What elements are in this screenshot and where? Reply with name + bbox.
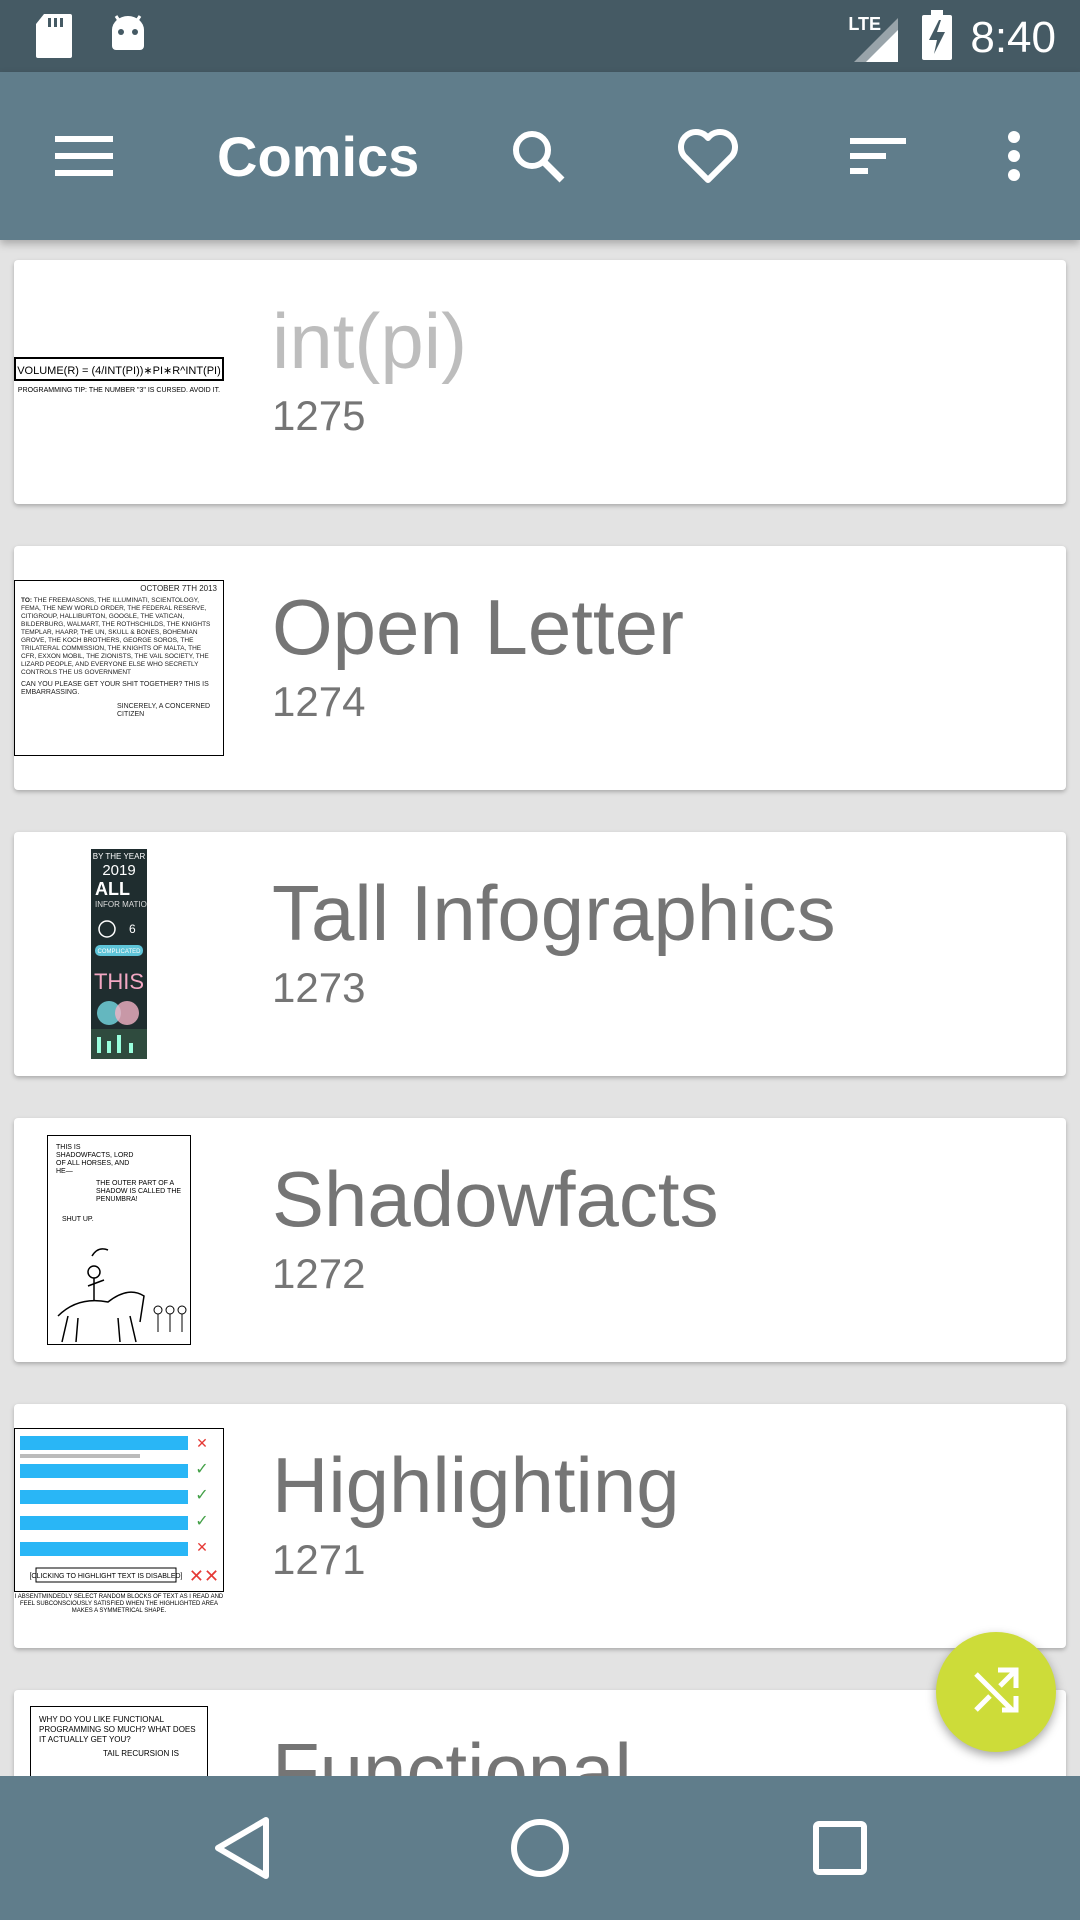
thumb-text: INFOR MATION [95, 900, 147, 909]
svg-text:6: 6 [129, 922, 136, 936]
thumb-text: THIS [94, 969, 144, 994]
thumb-text: WHY DO YOU LIKE FUNCTIONAL PROGRAMMING S… [39, 1715, 196, 1744]
comic-thumbnail: ✕ ✓ ✓ ✓ ✕ ✕✕ [CLICKING TO HIGHLIGHT TEXT… [14, 1404, 224, 1648]
thumb-text: COMPLICATED [98, 949, 142, 955]
comic-thumbnail: WHY DO YOU LIKE FUNCTIONAL PROGRAMMING S… [14, 1690, 224, 1776]
comic-title: Tall Infographics [272, 869, 836, 957]
home-icon[interactable] [504, 1812, 576, 1884]
svg-text:✕: ✕ [196, 1539, 208, 1555]
more-vert-icon[interactable] [982, 124, 1046, 188]
signal-icon: LTE [848, 14, 904, 62]
svg-text:✕: ✕ [196, 1435, 208, 1451]
thumb-text: SINCERELY, A CONCERNED CITIZEN [117, 703, 211, 718]
svg-text:✓: ✓ [195, 1487, 208, 1504]
battery-charging-icon [922, 10, 953, 65]
search-icon[interactable] [506, 124, 570, 188]
comic-thumbnail: BY THE YEAR 2019 ALL INFOR MATION 6 COMP… [14, 832, 224, 1076]
comic-title: int(pi) [272, 297, 468, 385]
recents-icon[interactable] [804, 1812, 876, 1884]
thumb-text: THE FREEMASONS, THE ILLUMINATI, SCIENTOL… [21, 597, 211, 676]
thumb-text: TAIL RECURSION IS [103, 1749, 180, 1758]
comic-title: Open Letter [272, 583, 684, 671]
comic-list[interactable]: VOLUME(R) = (4/INT(PI))∗PI∗R^INT(PI) PRO… [0, 240, 1080, 1776]
status-bar: LTE 8:40 [0, 0, 1080, 72]
comic-thumbnail: VOLUME(R) = (4/INT(PI))∗PI∗R^INT(PI) PRO… [14, 260, 224, 504]
thumb-text: I ABSENTMINDEDLY SELECT RANDOM BLOCKS OF… [14, 1594, 224, 1614]
comic-thumbnail: OCTOBER 7TH 2013 TO: THE FREEMASONS, THE… [14, 546, 224, 790]
sort-icon[interactable] [846, 124, 910, 188]
comic-number: 1274 [272, 678, 366, 725]
thumb-text: PROGRAMMING TIP: THE NUMBER "3" IS CURSE… [18, 387, 220, 394]
comic-number: 1273 [272, 964, 366, 1011]
svg-text:✓: ✓ [195, 1513, 208, 1530]
thumb-text: THIS IS SHADOWFACTS, LORD OF ALL HORSES,… [56, 1144, 134, 1175]
comic-card[interactable]: ✕ ✓ ✓ ✓ ✕ ✕✕ [CLICKING TO HIGHLIGHT TEXT… [14, 1404, 1066, 1648]
thumb-text: OCTOBER 7TH 2013 [140, 584, 217, 593]
sd-card-icon [36, 14, 72, 63]
comic-title: Highlighting [272, 1441, 680, 1529]
shuffle-button[interactable] [936, 1632, 1056, 1752]
svg-text:✓: ✓ [195, 1461, 208, 1478]
android-icon [108, 14, 148, 63]
thumb-text: VOLUME(R) = (4/INT(PI))∗PI∗R^INT(PI) [17, 365, 221, 377]
comic-card[interactable]: VOLUME(R) = (4/INT(PI))∗PI∗R^INT(PI) PRO… [14, 260, 1066, 504]
app-toolbar: Comics [0, 72, 1080, 240]
thumb-text: SHUT UP. [62, 1216, 94, 1223]
comic-card[interactable]: THIS IS SHADOWFACTS, LORD OF ALL HORSES,… [14, 1118, 1066, 1362]
back-icon[interactable] [206, 1812, 278, 1884]
thumb-text: BY THE YEAR [93, 852, 146, 861]
comic-number: 1275 [272, 392, 366, 439]
menu-icon[interactable] [52, 124, 116, 188]
thumb-text: [CLICKING TO HIGHLIGHT TEXT IS DISABLED] [29, 1573, 182, 1580]
comic-card[interactable]: OCTOBER 7TH 2013 TO: THE FREEMASONS, THE… [14, 546, 1066, 790]
svg-text:✕✕: ✕✕ [189, 1566, 219, 1586]
thumb-text: CAN YOU PLEASE GET YOUR SHIT TOGETHER? T… [21, 681, 209, 696]
comic-number: 1271 [272, 1536, 366, 1583]
comic-title: Functional [272, 1727, 632, 1776]
status-time: 8:40 [970, 12, 1056, 62]
thumb-text: TO: [21, 597, 33, 604]
comic-card[interactable]: BY THE YEAR 2019 ALL INFOR MATION 6 COMP… [14, 832, 1066, 1076]
nav-bar [0, 1776, 1080, 1920]
comic-title: Shadowfacts [272, 1155, 719, 1243]
comic-number: 1272 [272, 1250, 366, 1297]
shuffle-icon [972, 1666, 1020, 1719]
favorite-icon[interactable] [676, 124, 740, 188]
thumb-text: 2019 [102, 862, 135, 879]
thumb-text: THE OUTER PART OF A SHADOW IS CALLED THE… [96, 1180, 182, 1203]
page-title: Comics [217, 125, 420, 188]
thumb-text: ALL [95, 879, 130, 899]
comic-thumbnail: THIS IS SHADOWFACTS, LORD OF ALL HORSES,… [14, 1118, 224, 1362]
comic-card[interactable]: WHY DO YOU LIKE FUNCTIONAL PROGRAMMING S… [14, 1690, 1066, 1776]
